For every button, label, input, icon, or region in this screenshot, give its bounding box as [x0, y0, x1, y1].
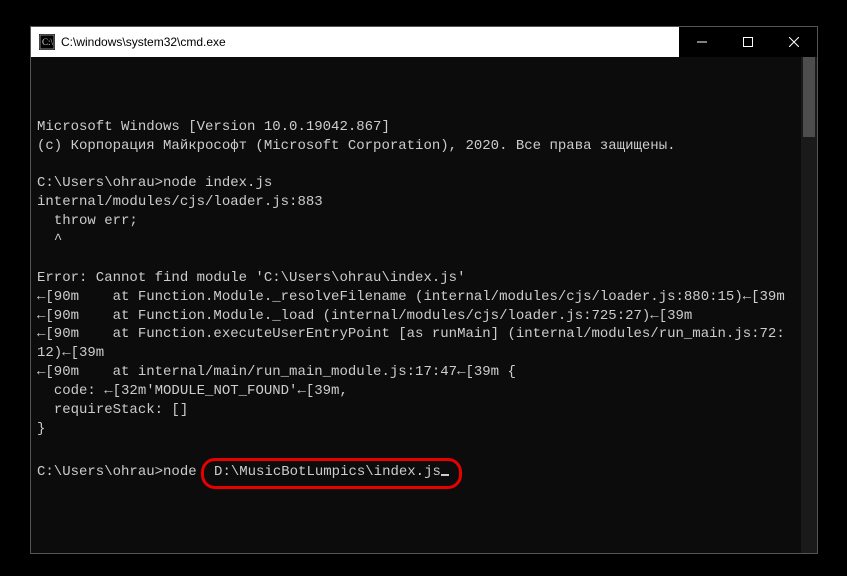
output-line: ←[90m at Function.Module._load (internal… — [37, 308, 692, 324]
command-text: node index.js — [163, 175, 272, 191]
cmd-icon: C:\ — [39, 34, 55, 50]
window-controls — [679, 27, 817, 57]
cmd-window: C:\ C:\windows\system32\cmd.exe Microsof… — [30, 26, 818, 554]
output-line: ←[90m at internal/main/run_main_module.j… — [37, 364, 516, 380]
svg-text:C:\: C:\ — [42, 37, 54, 47]
highlighted-path: D:\MusicBotLumpics\index.js — [201, 458, 462, 489]
prompt: C:\Users\ohrau> — [37, 175, 163, 191]
command-text: node — [163, 464, 205, 480]
output-line: code: ←[32m'MODULE_NOT_FOUND'←[39m, — [37, 383, 348, 399]
prompt: C:\Users\ohrau> — [37, 464, 163, 480]
output-line: Error: Cannot find module 'C:\Users\ohra… — [37, 270, 465, 286]
minimize-button[interactable] — [679, 27, 725, 57]
terminal-output[interactable]: Microsoft Windows [Version 10.0.19042.86… — [31, 57, 817, 553]
output-line: (c) Корпорация Майкрософт (Microsoft Cor… — [37, 138, 676, 154]
output-line: throw err; — [37, 213, 138, 229]
text-cursor — [441, 474, 449, 476]
window-title: C:\windows\system32\cmd.exe — [61, 35, 679, 49]
maximize-button[interactable] — [725, 27, 771, 57]
output-line: requireStack: [] — [37, 402, 188, 418]
output-line: Microsoft Windows [Version 10.0.19042.86… — [37, 119, 390, 135]
titlebar[interactable]: C:\ C:\windows\system32\cmd.exe — [31, 27, 817, 57]
output-line: internal/modules/cjs/loader.js:883 — [37, 194, 323, 210]
output-line: ←[90m at Function.Module._resolveFilenam… — [37, 289, 785, 305]
scrollbar[interactable] — [801, 57, 817, 553]
output-line: } — [37, 421, 45, 437]
command-path: D:\MusicBotLumpics\index.js — [214, 464, 441, 480]
close-button[interactable] — [771, 27, 817, 57]
output-line: ^ — [37, 232, 62, 248]
output-line: ←[90m at Function.executeUserEntryPoint … — [37, 326, 785, 361]
scrollbar-thumb[interactable] — [803, 57, 815, 137]
